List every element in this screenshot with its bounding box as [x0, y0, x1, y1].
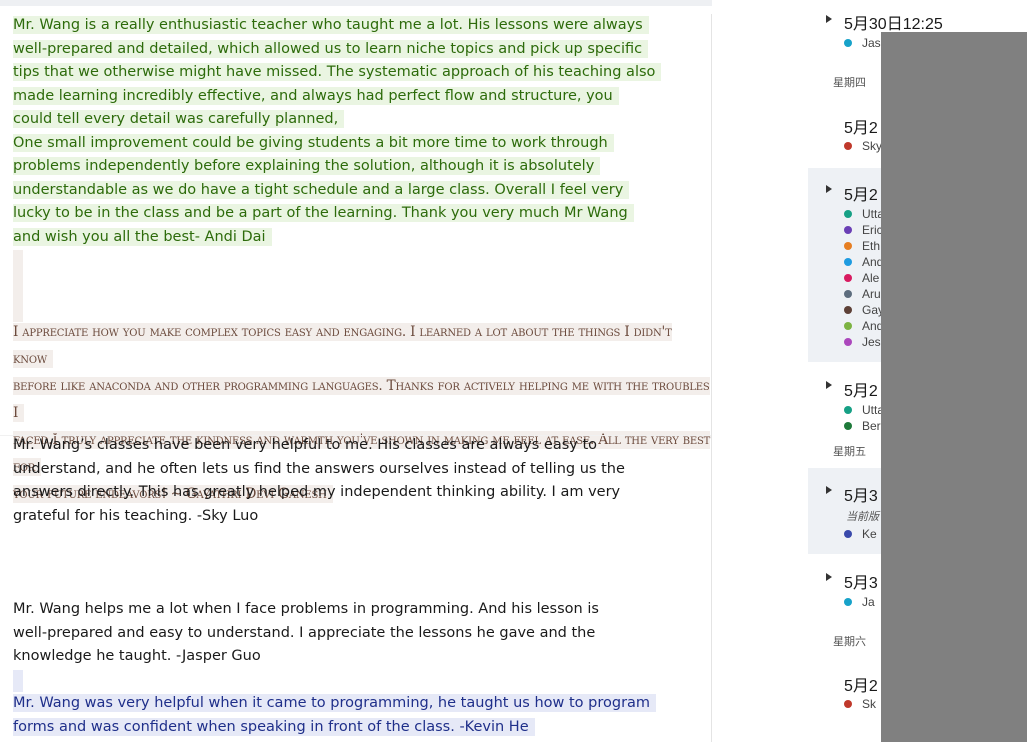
author-name: Ke	[862, 527, 877, 541]
text-line: forms and was confident when speaking in…	[13, 717, 535, 736]
version-timestamp: 5月3	[844, 575, 878, 592]
text-line: well-prepared and easy to understand. I …	[13, 624, 596, 641]
page-edge	[711, 14, 712, 742]
text-line: tips that we otherwise might have missed…	[13, 63, 662, 81]
author-name: Sky	[862, 139, 883, 153]
author-color-dot	[844, 598, 852, 606]
text-line: problems independently before explaining…	[13, 157, 601, 175]
version-timestamp: 5月2	[844, 120, 878, 137]
author-color-dot	[844, 422, 852, 430]
highlight-empty-line	[13, 250, 23, 322]
feedback-andi-dai[interactable]: Mr. Wang is a really enthusiastic teache…	[13, 14, 662, 249]
author-color-dot	[844, 530, 852, 538]
author-color-dot	[844, 142, 852, 150]
day-header: 星期五	[833, 446, 866, 458]
text-line: made learning incredibly effective, and …	[13, 86, 619, 105]
text-line: I appreciate how you make complex topics…	[13, 323, 672, 368]
day-header: 星期六	[833, 636, 866, 648]
text-line: Mr. Wang’s classes have been very helpfu…	[13, 437, 598, 453]
text-line: answers directly. This has greatly helpe…	[13, 484, 621, 500]
text-line: understandable as we do have a tight sch…	[13, 180, 630, 199]
highlight-empty-line-blue	[13, 670, 23, 692]
text-line: lucky to be in the class and be a part o…	[13, 204, 634, 222]
feedback-kevin-he[interactable]: Mr. Wang was very helpful when it came t…	[13, 692, 657, 739]
text-line: knowledge he taught. -Jasper Guo	[13, 648, 261, 664]
feedback-jasper-guo[interactable]: Mr. Wang helps me a lot when I face prob…	[13, 598, 605, 669]
version-timestamp: 5月2	[844, 187, 878, 204]
version-timestamp: 5月2	[844, 383, 878, 400]
author-color-dot	[844, 290, 852, 298]
author-name: Jes	[862, 335, 881, 349]
chevron-right-icon[interactable]	[826, 486, 832, 494]
author-name: Sk	[862, 697, 877, 711]
author-color-dot	[844, 338, 852, 346]
version-timestamp: 5月3	[844, 488, 878, 505]
text-line: Mr. Wang is a really enthusiastic teache…	[13, 16, 649, 34]
current-version-label: 当前版	[846, 511, 879, 523]
text-line: before like anaconda and other programmi…	[13, 377, 710, 422]
author-name: Ber	[862, 419, 881, 433]
author-color-dot	[844, 322, 852, 330]
author-name: Ja	[862, 595, 875, 609]
chevron-right-icon[interactable]	[826, 15, 832, 23]
author-name: Eth	[862, 239, 881, 253]
text-line: could tell every detail was carefully pl…	[13, 110, 345, 128]
redacted-region	[881, 32, 1027, 742]
author-color-dot	[844, 242, 852, 250]
text-line: and wish you all the best- Andi Dai	[13, 227, 272, 246]
text-line: Mr. Wang helps me a lot when I face prob…	[13, 601, 599, 617]
toolbar-shadow	[0, 0, 712, 6]
author-name: Eric	[862, 223, 883, 237]
author-color-dot	[844, 406, 852, 414]
author-color-dot	[844, 226, 852, 234]
author-name: Aru	[862, 287, 881, 301]
text-line: well-prepared and detailed, which allowe…	[13, 39, 649, 58]
text-line: One small improvement could be giving st…	[13, 133, 614, 152]
feedback-sky-luo[interactable]: Mr. Wang’s classes have been very helpfu…	[13, 434, 631, 528]
author-color-dot	[844, 274, 852, 282]
version-timestamp: 5月2	[844, 678, 878, 695]
author-name: Jas	[862, 36, 881, 50]
author-color-dot	[844, 700, 852, 708]
day-header: 星期四	[833, 77, 866, 89]
chevron-right-icon[interactable]	[826, 185, 832, 193]
text-line: understand, and he often lets us find th…	[13, 460, 625, 477]
text-line: Mr. Wang was very helpful when it came t…	[13, 694, 657, 712]
author-color-dot	[844, 258, 852, 266]
author-color-dot	[844, 39, 852, 47]
author-name: Ale	[862, 271, 880, 285]
text-line: grateful for his teaching. -Sky Luo	[13, 507, 259, 524]
author-color-dot	[844, 210, 852, 218]
chevron-right-icon[interactable]	[826, 381, 832, 389]
chevron-right-icon[interactable]	[826, 573, 832, 581]
document-canvas[interactable]: Mr. Wang is a really enthusiastic teache…	[0, 0, 712, 742]
author-color-dot	[844, 306, 852, 314]
version-timestamp: 5月30日12:25	[844, 16, 943, 33]
